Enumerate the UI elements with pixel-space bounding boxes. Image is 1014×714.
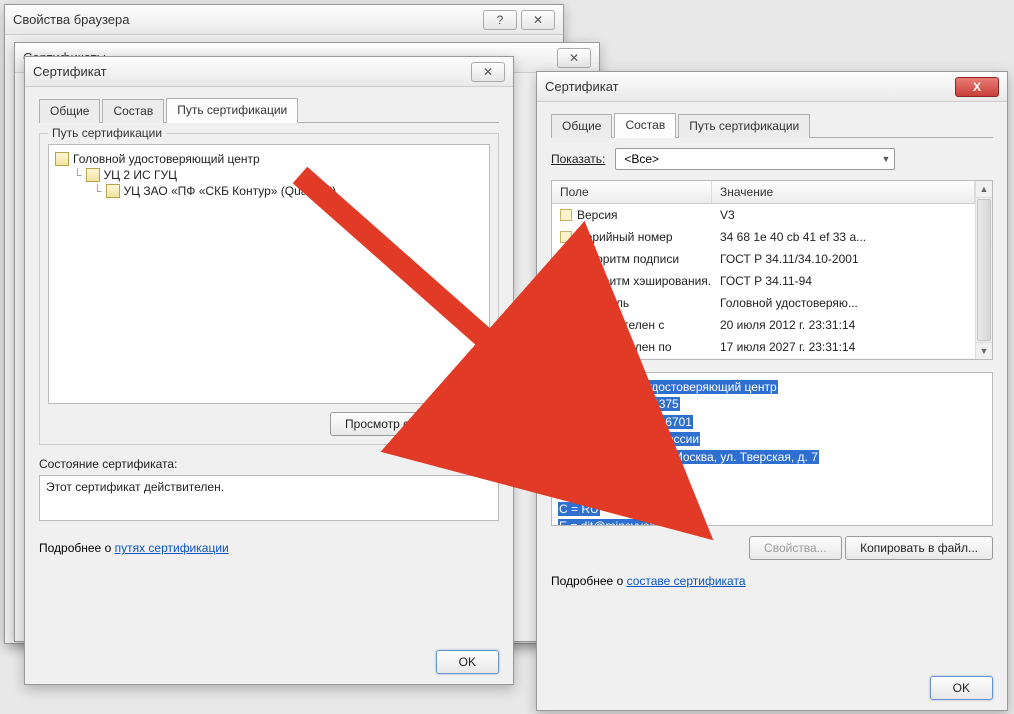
listview-row[interactable]: Действителен с20 июля 2012 г. 23:31:14 <box>552 314 975 336</box>
show-filter-dropdown[interactable]: <Все> ▼ <box>615 148 895 170</box>
row-field: Издатель <box>552 294 712 312</box>
row-field: Версия <box>552 206 712 224</box>
status-text: Этот сертификат действителен. <box>39 475 499 521</box>
detail-line: O = Минкомсвязь России <box>558 432 700 446</box>
group-legend: Путь сертификации <box>48 126 166 140</box>
tab-general[interactable]: Общие <box>551 114 612 138</box>
cert-path-group: Путь сертификации Головной удостоверяющи… <box>39 133 499 445</box>
row-field: Алгоритм хэширования... <box>552 272 712 290</box>
cert-icon <box>86 168 100 182</box>
field-icon <box>560 275 572 287</box>
scroll-thumb[interactable] <box>977 199 991 341</box>
row-value: V3 <box>712 206 975 224</box>
col-field[interactable]: Поле <box>552 181 712 203</box>
listview-row[interactable]: Серийный номер34 68 1e 40 cb 41 ef 33 a.… <box>552 226 975 248</box>
detail-line: C = RU <box>558 502 600 516</box>
row-field: Серийный номер <box>552 228 712 246</box>
browser-props-title: Свойства браузера <box>13 12 479 27</box>
tab-details[interactable]: Состав <box>102 99 164 123</box>
row-value: 20 июля 2012 г. 23:31:14 <box>712 316 975 334</box>
help-button[interactable]: ? <box>483 10 517 30</box>
ok-button[interactable]: OK <box>436 650 499 674</box>
properties-button[interactable]: Свойства... <box>749 536 842 560</box>
field-detail-box[interactable]: CN = Головной удостоверяющий центр ИНН = … <box>551 372 993 526</box>
close-button[interactable]: ✕ <box>521 10 555 30</box>
tree-node[interactable]: └ УЦ ЗАО «ПФ «СКБ Контур» (Qualified) <box>55 183 483 199</box>
detail-line: ИНН = 007710474375 <box>558 397 680 411</box>
close-button[interactable]: ✕ <box>471 62 505 82</box>
cert-icon <box>106 184 120 198</box>
tab-details[interactable]: Состав <box>614 113 676 138</box>
tab-strip: Общие Состав Путь сертификации <box>551 112 993 138</box>
scroll-down-icon[interactable]: ▼ <box>976 342 992 359</box>
listview-row[interactable]: ИздательГоловной удостоверяю... <box>552 292 975 314</box>
scrollbar[interactable]: ▲ ▼ <box>975 181 992 359</box>
tab-cert-path[interactable]: Путь сертификации <box>166 98 298 123</box>
ok-button[interactable]: OK <box>930 676 993 700</box>
tree-node-label: Головной удостоверяющий центр <box>73 152 260 166</box>
detail-line: CN = Головной удостоверяющий центр <box>558 380 778 394</box>
more-link[interactable]: путях сертификации <box>115 541 229 555</box>
view-certificate-button[interactable]: Просмотр сертификата <box>330 412 490 436</box>
dropdown-value: <Все> <box>624 152 659 166</box>
detail-line: E = dit@minsvyaz.ru <box>558 519 671 526</box>
certificate-details-window: Сертификат X Общие Состав Путь сертифика… <box>536 71 1008 711</box>
tree-node-root[interactable]: Головной удостоверяющий центр <box>55 151 483 167</box>
listview-row[interactable]: ВерсияV3 <box>552 204 975 226</box>
listview-row[interactable]: Алгоритм подписиГОСТ Р 34.11/34.10-2001 <box>552 248 975 270</box>
row-value: Головной удостоверяю... <box>712 294 975 312</box>
window-title: Сертификат <box>33 64 467 79</box>
copy-to-file-button[interactable]: Копировать в файл... <box>845 536 993 560</box>
window-title: Сертификат <box>545 79 951 94</box>
more-prefix: Подробнее о <box>551 574 627 588</box>
row-value: ГОСТ Р 34.11-94 <box>712 272 975 290</box>
detail-line: STREET = 125375 г. Москва, ул. Тверская,… <box>558 450 819 464</box>
tab-general[interactable]: Общие <box>39 99 100 123</box>
field-icon <box>560 341 572 353</box>
cert-path-tree[interactable]: Головной удостоверяющий центр └ УЦ 2 ИС … <box>48 144 490 404</box>
detail-line: L = Москва <box>558 467 621 481</box>
tab-cert-path[interactable]: Путь сертификации <box>678 114 810 138</box>
row-value: 34 68 1e 40 cb 41 ef 33 a... <box>712 228 975 246</box>
cert-icon <box>55 152 69 166</box>
row-field: Алгоритм подписи <box>552 250 712 268</box>
more-link[interactable]: составе сертификата <box>627 574 746 588</box>
close-button[interactable]: X <box>955 77 999 97</box>
tree-node[interactable]: └ УЦ 2 ИС ГУЦ <box>55 167 483 183</box>
tree-node-label: УЦ ЗАО «ПФ «СКБ Контур» (Qualified) <box>124 184 337 198</box>
chevron-down-icon: ▼ <box>873 154 890 164</box>
listview-row[interactable]: Алгоритм хэширования...ГОСТ Р 34.11-94 <box>552 270 975 292</box>
listview-row[interactable]: Действителен по17 июля 2027 г. 23:31:14 <box>552 336 975 358</box>
field-icon <box>560 231 572 243</box>
close-button[interactable]: ✕ <box>557 48 591 68</box>
field-icon <box>560 209 572 221</box>
show-label: Показать: <box>551 152 605 166</box>
tab-strip: Общие Состав Путь сертификации <box>39 97 499 123</box>
listview-header: Поле Значение <box>552 181 975 204</box>
row-value: ГОСТ Р 34.11/34.10-2001 <box>712 250 975 268</box>
fields-listview[interactable]: Поле Значение ВерсияV3Серийный номер34 6… <box>551 180 993 360</box>
scroll-up-icon[interactable]: ▲ <box>976 181 992 198</box>
field-icon <box>560 319 572 331</box>
certificate-path-window: Сертификат ✕ Общие Состав Путь сертифика… <box>24 56 514 685</box>
more-prefix: Подробнее о <box>39 541 115 555</box>
row-field: Действителен с <box>552 316 712 334</box>
tree-node-label: УЦ 2 ИС ГУЦ <box>104 168 177 182</box>
col-value[interactable]: Значение <box>712 181 975 203</box>
row-field: Действителен по <box>552 338 712 356</box>
listview-row[interactable]: СубъектГоловной удостоверяю... <box>552 358 975 359</box>
row-value: 17 июля 2027 г. 23:31:14 <box>712 338 975 356</box>
field-icon <box>560 253 572 265</box>
status-label: Состояние сертификата: <box>39 457 499 471</box>
field-icon <box>560 297 572 309</box>
detail-line: S = 77 г. Москва <box>558 484 649 498</box>
detail-line: ОГРН = 1047702026701 <box>558 415 693 429</box>
